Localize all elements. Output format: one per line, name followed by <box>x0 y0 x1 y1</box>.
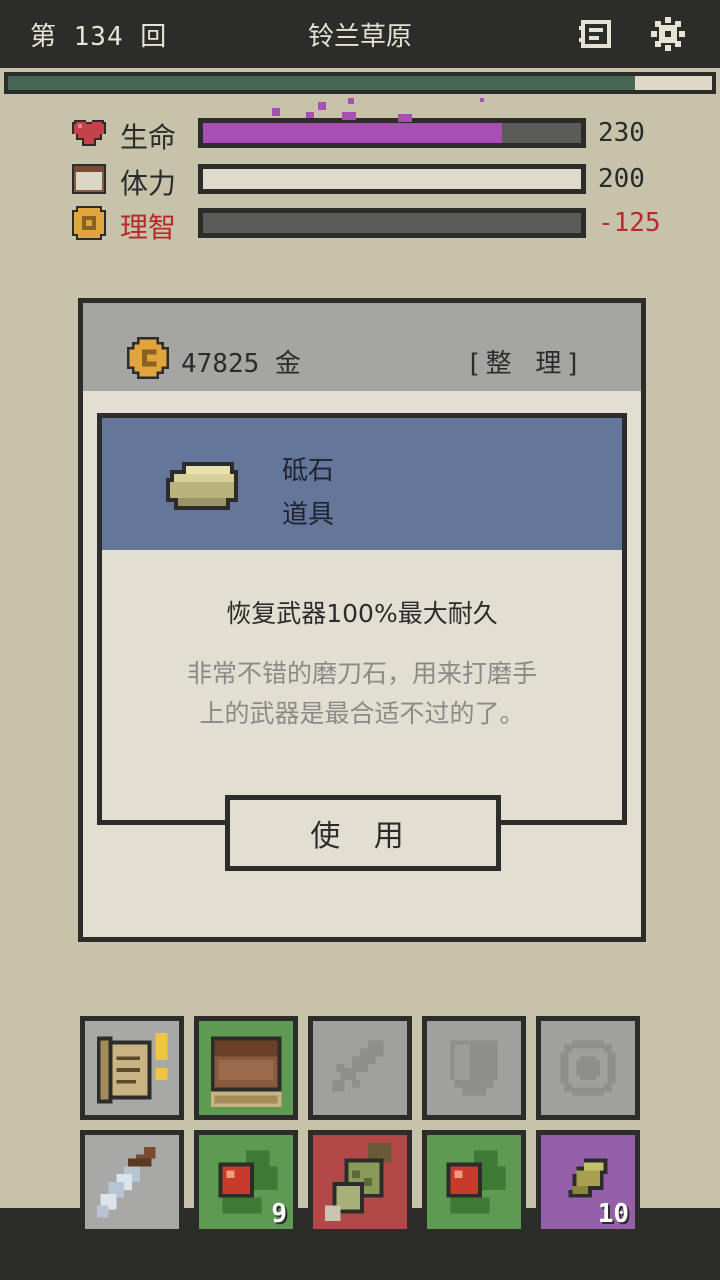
gold-amount: 47825 金 <box>181 349 301 379</box>
berry-slot-2[interactable] <box>422 1130 526 1234</box>
shield-icon <box>427 1021 521 1115</box>
health-label: 生命 <box>120 121 177 154</box>
item-description: 非常不错的磨刀石，用来打磨手 上的武器是最合适不过的了。 <box>142 654 582 734</box>
sanity-value: -125 <box>598 208 661 238</box>
backpack-slot[interactable] <box>194 1016 298 1120</box>
stamina-stat: 体力 200 <box>70 160 690 200</box>
stamina-bar-fill <box>203 169 581 189</box>
dagger-slot[interactable] <box>80 1130 184 1234</box>
bread-icon <box>70 162 108 196</box>
map-icon <box>313 1135 407 1229</box>
journal-icon[interactable] <box>578 16 614 52</box>
sanity-icon <box>70 206 108 240</box>
item-detail-card: 砥石 道具 恢复武器100%最大耐久 非常不错的磨刀石，用来打磨手 上的武器是最… <box>97 413 627 825</box>
gold-coin-icon <box>127 337 169 383</box>
item-description-line: 非常不错的磨刀石，用来打磨手 <box>186 659 537 688</box>
item-header: 砥石 道具 <box>102 418 622 550</box>
sanity-bar <box>198 208 586 238</box>
heart-icon <box>70 116 108 150</box>
top-bar: 第 134 回 铃兰草原 <box>0 0 720 68</box>
stamina-label: 体力 <box>120 167 177 200</box>
use-button-label: 使 用 <box>230 800 496 866</box>
ring-icon <box>541 1021 635 1115</box>
sword-icon <box>313 1021 407 1115</box>
item-type: 道具 <box>282 500 335 530</box>
health-value: 230 <box>598 118 645 148</box>
stamina-bar <box>198 164 586 194</box>
use-button[interactable]: 使 用 <box>225 795 501 871</box>
stamina-value: 200 <box>598 164 645 194</box>
dagger-icon <box>85 1135 179 1229</box>
backpack-icon <box>199 1021 293 1115</box>
berry-slot-1[interactable]: 9 <box>194 1130 298 1234</box>
gear-icon[interactable] <box>650 16 686 52</box>
scroll-map-slot[interactable] <box>308 1130 412 1234</box>
quest-scroll-slot[interactable] <box>80 1016 184 1120</box>
item-count: 9 <box>271 1199 287 1229</box>
sort-button[interactable]: [整 理] <box>466 343 585 380</box>
item-count: 10 <box>597 1199 629 1229</box>
whetstone-icon <box>162 458 242 518</box>
damage-particles <box>272 98 484 122</box>
panel-header: 47825 金 [整 理] <box>83 303 641 391</box>
item-description-line: 上的武器是最合适不过的了。 <box>199 699 525 728</box>
item-name: 砥石 <box>282 456 335 486</box>
sanity-stat: 理智 -125 <box>70 204 690 244</box>
sanity-label: 理智 <box>120 211 177 244</box>
scroll-icon <box>85 1021 179 1115</box>
day-progress-fill <box>8 76 635 90</box>
accessory-slot[interactable] <box>536 1016 640 1120</box>
weapon-slot[interactable] <box>308 1016 412 1120</box>
health-bar-fill <box>203 123 502 143</box>
item-panel: 47825 金 [整 理] 砥石 道具 恢复武器100%最大耐久 非常不错的磨刀… <box>78 298 646 942</box>
item-effect: 恢复武器100%最大耐久 <box>226 599 498 628</box>
day-progress-bar <box>4 72 716 94</box>
armor-slot[interactable] <box>422 1016 526 1120</box>
berry-icon <box>427 1135 521 1229</box>
seed-slot[interactable]: 10 <box>536 1130 640 1234</box>
